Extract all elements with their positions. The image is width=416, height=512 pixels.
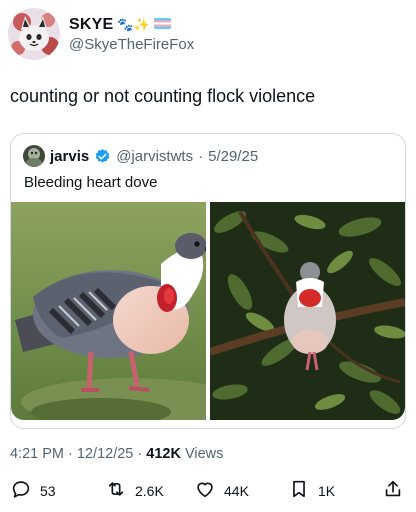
quoted-photo-dove-ground[interactable] xyxy=(11,202,206,420)
author-handle[interactable]: @SkyeTheFireFox xyxy=(69,36,194,53)
quoted-text: Bleeding heart dove xyxy=(24,174,158,191)
heart-icon xyxy=(194,478,216,503)
quoted-header: jarvis @jarvistwts · 5/29/25 xyxy=(23,145,258,167)
quoted-tweet[interactable]: jarvis @jarvistwts · 5/29/25 Bleeding he… xyxy=(10,133,406,429)
like-count: 44K xyxy=(224,482,249,499)
trans-flag-icon xyxy=(153,16,171,34)
tweet-meta: 4:21 PM · 12/12/25 · 412K Views xyxy=(10,446,223,462)
author-names: SKYE 🐾✨ @SkyeTheFireFox xyxy=(69,16,194,53)
quoted-avatar xyxy=(23,145,45,167)
share-icon xyxy=(382,478,404,503)
author-display-name[interactable]: SKYE xyxy=(69,16,113,34)
like-button[interactable]: 44K xyxy=(194,478,249,503)
author-avatar[interactable] xyxy=(8,8,60,60)
views-count: 412K xyxy=(146,446,181,462)
quoted-media xyxy=(11,202,405,420)
reply-icon xyxy=(10,478,32,503)
tweet-time[interactable]: 4:21 PM xyxy=(10,446,64,462)
tweet-header: SKYE 🐾✨ @SkyeTheFireFox xyxy=(8,8,194,60)
reply-count: 53 xyxy=(40,482,56,499)
tweet-text: counting or not counting flock violence xyxy=(10,86,316,106)
bookmark-count: 1K xyxy=(318,482,336,499)
quoted-separator: · xyxy=(198,147,204,165)
quoted-handle: @jarvistwts xyxy=(116,147,194,165)
name-emoji-badges: 🐾✨ xyxy=(117,16,150,32)
display-name-row: SKYE 🐾✨ xyxy=(69,16,194,34)
verified-badge-icon xyxy=(94,148,111,165)
bookmark-icon xyxy=(288,478,310,503)
quoted-photo-dove-foliage[interactable] xyxy=(210,202,405,420)
meta-separator: · xyxy=(68,446,73,462)
tweet-date[interactable]: 12/12/25 xyxy=(77,446,133,462)
meta-separator: · xyxy=(137,446,143,462)
bookmark-button[interactable]: 1K xyxy=(288,478,335,503)
action-bar: 53 2.6K 44K 1K xyxy=(10,478,406,502)
repost-icon xyxy=(105,478,127,503)
quoted-date: 5/29/25 xyxy=(208,147,259,165)
repost-count: 2.6K xyxy=(135,482,164,499)
share-button[interactable] xyxy=(382,478,404,503)
repost-button[interactable]: 2.6K xyxy=(105,478,164,503)
quoted-display-name: jarvis xyxy=(50,147,90,165)
reply-button[interactable]: 53 xyxy=(10,478,56,503)
views-label: Views xyxy=(184,446,224,462)
